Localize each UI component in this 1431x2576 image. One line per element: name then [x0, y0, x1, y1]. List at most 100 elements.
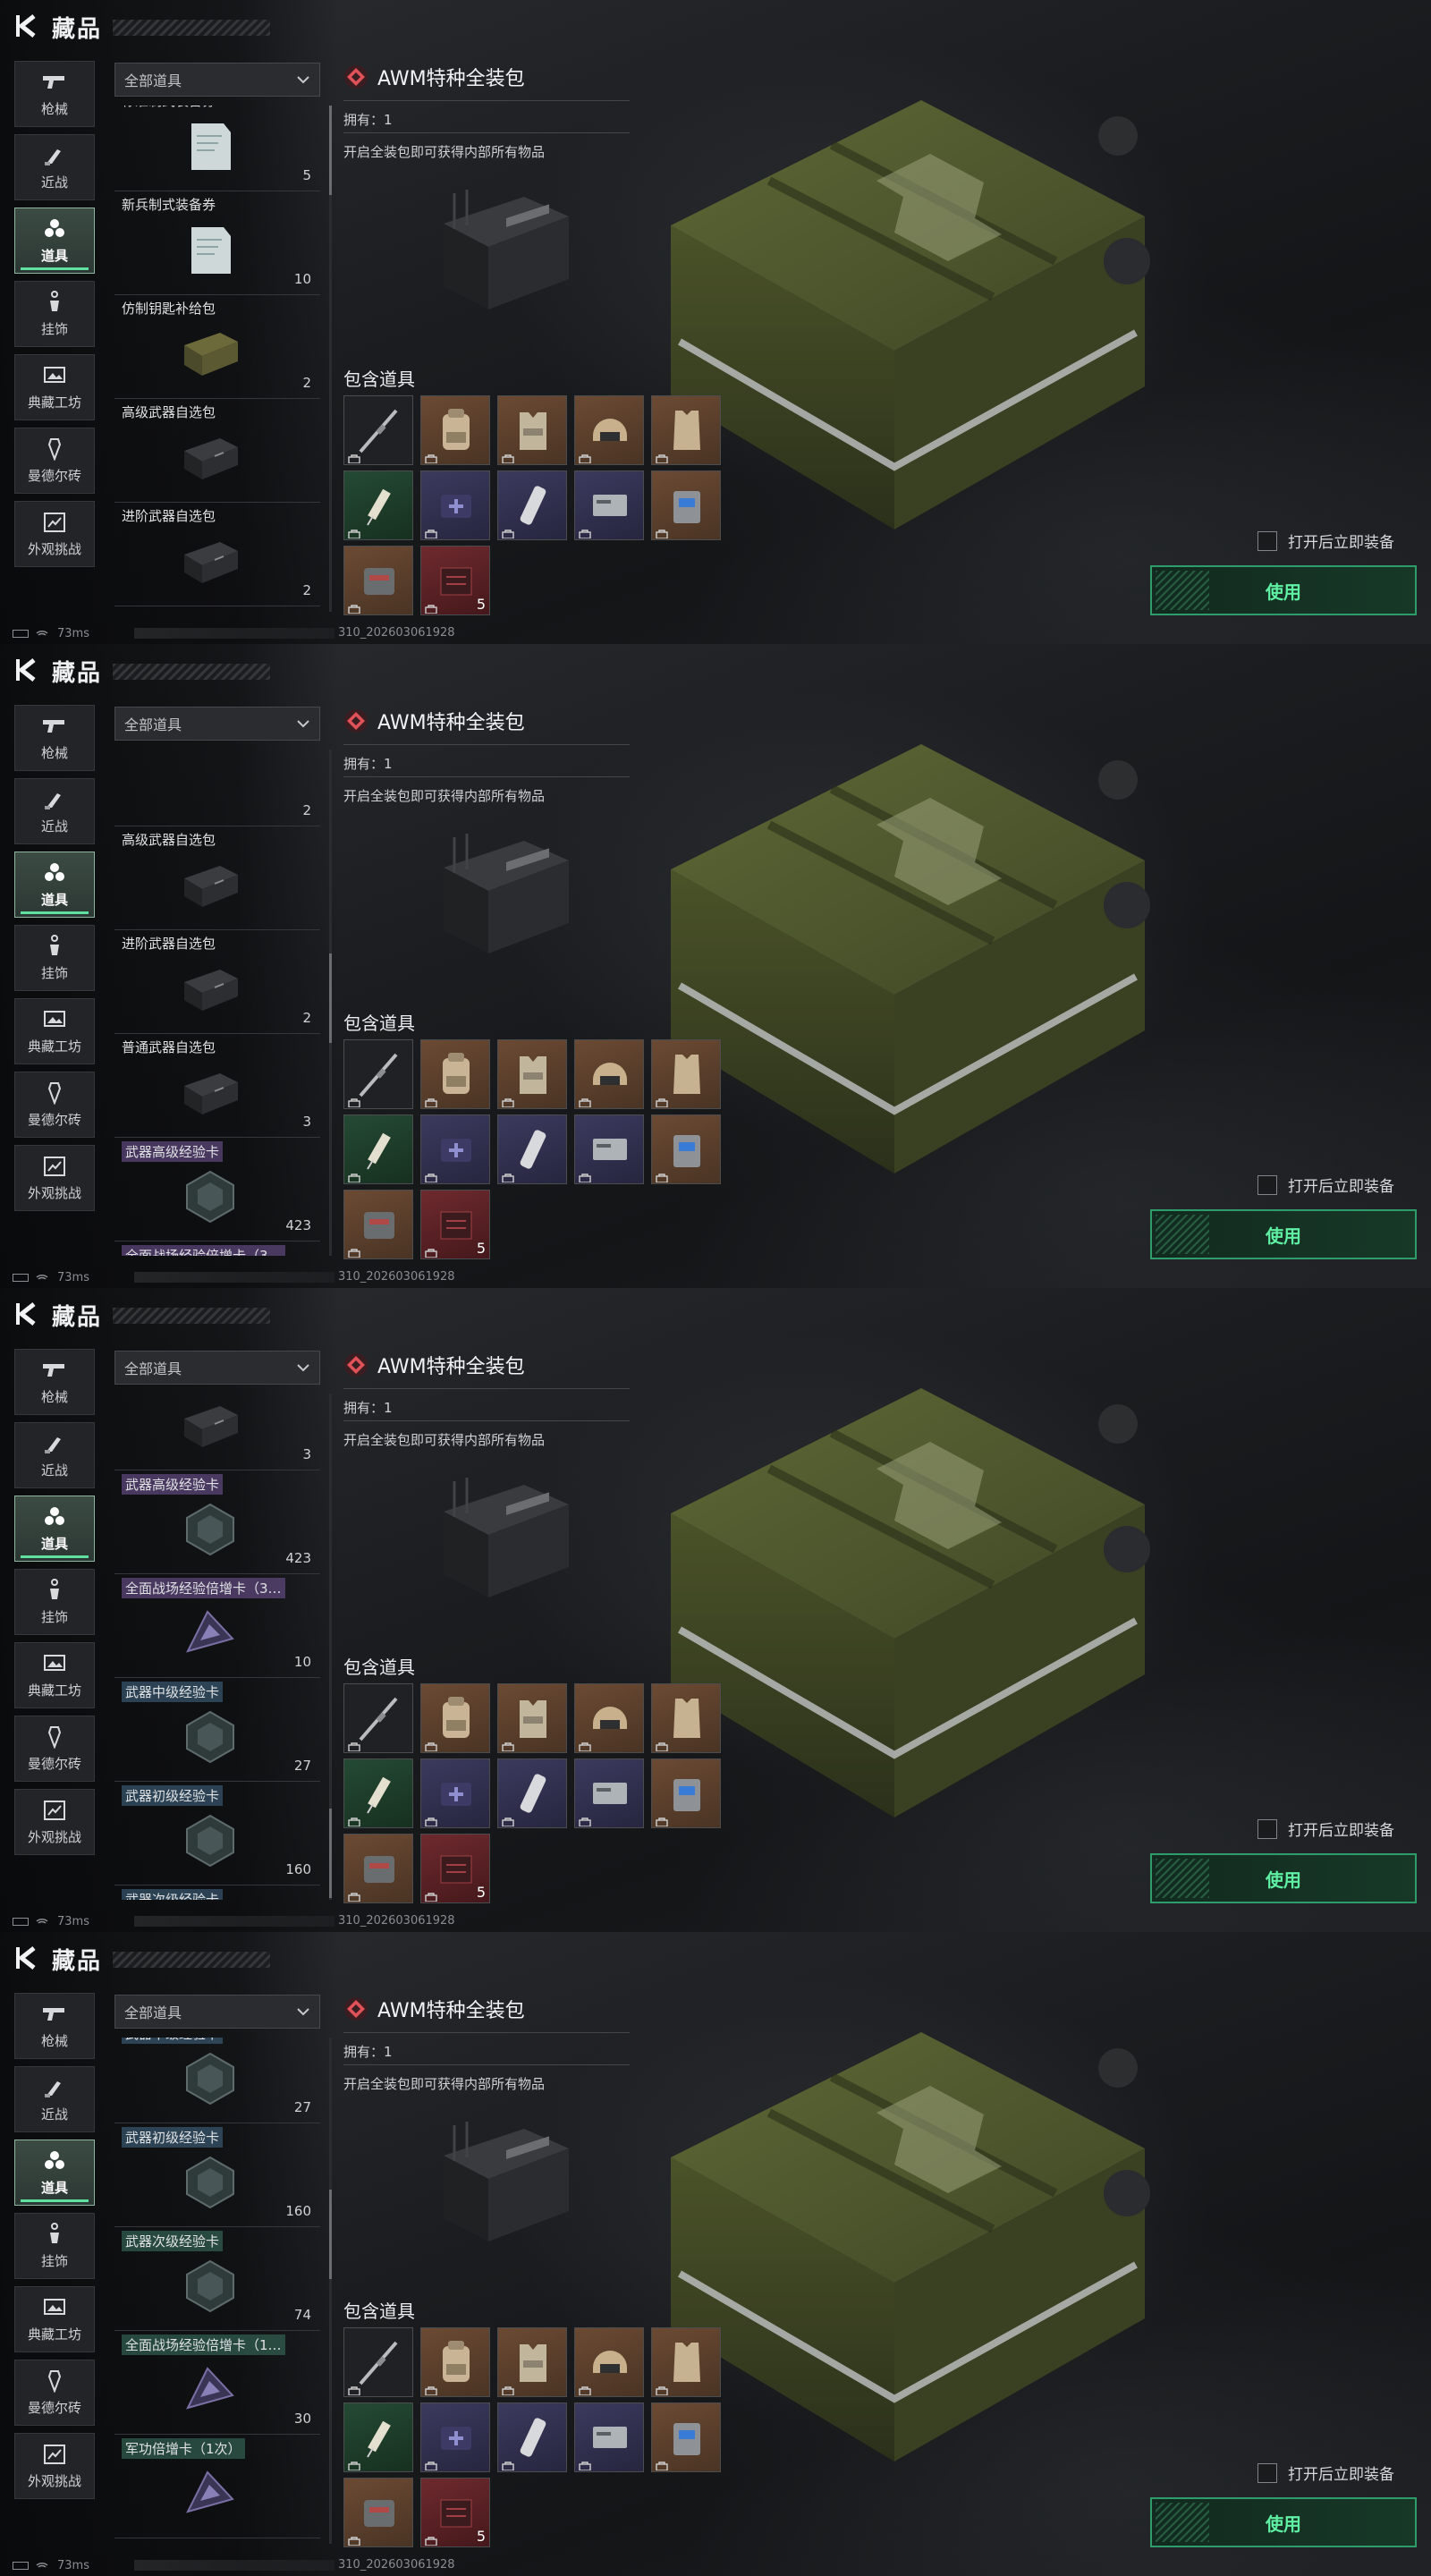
content-slot[interactable] — [497, 1683, 567, 1753]
auto-equip-option[interactable]: 打开后立即装备 — [1257, 1174, 1394, 1196]
category-tab-knife[interactable]: 近战 — [14, 778, 95, 844]
item-list[interactable]: 武器中级经验卡 27 武器初级经验卡 160 武器次级经验卡 74 全面战场经验倍增卡（1…… — [114, 2038, 320, 2544]
content-slot[interactable] — [343, 1190, 413, 1259]
category-tab-knife[interactable]: 近战 — [14, 2066, 95, 2132]
back-arrow-icon[interactable] — [14, 1301, 41, 1327]
list-item[interactable]: 仿制钥匙补给包 2 — [114, 295, 320, 399]
auto-equip-option[interactable]: 打开后立即装备 — [1257, 530, 1394, 552]
category-tab-workshop[interactable]: 典藏工坊 — [14, 354, 95, 420]
content-slot[interactable] — [420, 1758, 490, 1828]
list-item[interactable]: 高级武器自选包 — [114, 399, 320, 503]
content-slot[interactable] — [574, 470, 644, 540]
category-tab-challenge[interactable]: 外观挑战 — [14, 2433, 95, 2499]
list-scrollbar[interactable] — [329, 2038, 332, 2544]
category-tab-knife[interactable]: 近战 — [14, 1422, 95, 1488]
content-slot[interactable] — [343, 2478, 413, 2547]
content-slot[interactable] — [497, 1114, 567, 1184]
category-tab-challenge[interactable]: 外观挑战 — [14, 1789, 95, 1855]
content-slot[interactable]: 5 — [420, 1190, 490, 1259]
content-slot[interactable] — [343, 470, 413, 540]
content-slot[interactable] — [651, 1683, 721, 1753]
content-slot[interactable]: 5 — [420, 1834, 490, 1903]
back-arrow-icon[interactable] — [14, 657, 41, 683]
list-item[interactable]: 进阶武器自选包 2 — [114, 503, 320, 606]
category-tab-brick[interactable]: 曼德尔砖 — [14, 428, 95, 494]
content-slot[interactable] — [343, 546, 413, 615]
item-list[interactable]: 3 武器高级经验卡 423 全面战场经验倍增卡（3… 10 武器中级经验卡 27 武器初级经验… — [114, 1394, 320, 1900]
content-slot[interactable]: 5 — [420, 2478, 490, 2547]
use-button[interactable]: 使用 — [1150, 1209, 1417, 1259]
content-slot[interactable] — [343, 2327, 413, 2397]
content-slot[interactable] — [420, 2402, 490, 2472]
content-slot[interactable] — [651, 470, 721, 540]
category-tab-gun[interactable]: 枪械 — [14, 705, 95, 771]
list-scrollbar[interactable] — [329, 106, 332, 612]
item-filter-dropdown[interactable]: 全部道具 — [114, 1351, 320, 1385]
content-slot[interactable] — [497, 1758, 567, 1828]
list-item[interactable]: 高级武器自选包 — [114, 826, 320, 930]
category-tab-challenge[interactable]: 外观挑战 — [14, 501, 95, 567]
list-item[interactable]: 全面战场经验倍增卡（3… 10 — [114, 1574, 320, 1678]
content-slot[interactable] — [574, 1683, 644, 1753]
list-item[interactable]: 军功倍增卡（1次） — [114, 2435, 320, 2538]
content-slot[interactable] — [497, 2402, 567, 2472]
category-tab-workshop[interactable]: 典藏工坊 — [14, 1642, 95, 1708]
content-slot[interactable] — [651, 1114, 721, 1184]
list-item[interactable]: 武器中级经验卡 27 — [114, 2038, 320, 2123]
auto-equip-option[interactable]: 打开后立即装备 — [1257, 2462, 1394, 2484]
scrollbar-thumb[interactable] — [329, 1809, 332, 1898]
content-slot[interactable] — [343, 395, 413, 465]
back-arrow-icon[interactable] — [14, 13, 41, 39]
content-slot[interactable] — [574, 1758, 644, 1828]
content-slot[interactable] — [420, 1114, 490, 1184]
content-slot[interactable] — [651, 2402, 721, 2472]
category-tab-charm[interactable]: 挂饰 — [14, 281, 95, 347]
list-item[interactable]: 武器高级经验卡 423 — [114, 1138, 320, 1241]
category-tab-gun[interactable]: 枪械 — [14, 61, 95, 127]
list-scrollbar[interactable] — [329, 1394, 332, 1900]
content-slot[interactable] — [497, 2327, 567, 2397]
category-tab-charm[interactable]: 挂饰 — [14, 2213, 95, 2279]
content-slot[interactable] — [497, 1039, 567, 1109]
content-slot[interactable] — [574, 1114, 644, 1184]
category-tab-items[interactable]: 道具 — [14, 852, 95, 918]
item-filter-dropdown[interactable]: 全部道具 — [114, 707, 320, 741]
use-button[interactable]: 使用 — [1150, 1853, 1417, 1903]
item-filter-dropdown[interactable]: 全部道具 — [114, 63, 320, 97]
content-slot[interactable] — [420, 470, 490, 540]
list-item[interactable]: 3 — [114, 1394, 320, 1470]
content-slot[interactable] — [420, 395, 490, 465]
content-slot[interactable] — [574, 395, 644, 465]
category-tab-brick[interactable]: 曼德尔砖 — [14, 2360, 95, 2426]
item-list[interactable]: 标准制式装备券 5 新兵制式装备券 10 仿制钥匙补给包 2 高级武器自选包进阶武器自选包 2 — [114, 106, 320, 612]
content-slot[interactable] — [651, 1039, 721, 1109]
category-tab-charm[interactable]: 挂饰 — [14, 925, 95, 991]
item-filter-dropdown[interactable]: 全部道具 — [114, 1995, 320, 2029]
content-slot[interactable] — [420, 1039, 490, 1109]
content-slot[interactable] — [574, 2402, 644, 2472]
list-item[interactable]: 普通武器自选包 3 — [114, 1034, 320, 1138]
content-slot[interactable] — [343, 1683, 413, 1753]
auto-equip-checkbox[interactable] — [1257, 2462, 1277, 2483]
content-slot[interactable] — [343, 1114, 413, 1184]
auto-equip-checkbox[interactable] — [1257, 1818, 1277, 1839]
list-item[interactable]: 全面战场经验倍增卡（1… 30 — [114, 2331, 320, 2435]
content-slot[interactable] — [343, 2402, 413, 2472]
content-slot[interactable] — [497, 470, 567, 540]
auto-equip-checkbox[interactable] — [1257, 1174, 1277, 1195]
category-tab-items[interactable]: 道具 — [14, 208, 95, 274]
back-arrow-icon[interactable] — [14, 1945, 41, 1971]
category-tab-brick[interactable]: 曼德尔砖 — [14, 1072, 95, 1138]
auto-equip-checkbox[interactable] — [1257, 530, 1277, 551]
category-tab-knife[interactable]: 近战 — [14, 134, 95, 200]
content-slot[interactable] — [651, 2327, 721, 2397]
content-slot[interactable]: 5 — [420, 546, 490, 615]
category-tab-items[interactable]: 道具 — [14, 1496, 95, 1562]
category-tab-brick[interactable]: 曼德尔砖 — [14, 1716, 95, 1782]
scrollbar-thumb[interactable] — [329, 106, 332, 195]
list-item[interactable]: 武器中级经验卡 27 — [114, 1678, 320, 1782]
auto-equip-option[interactable]: 打开后立即装备 — [1257, 1818, 1394, 1840]
use-button[interactable]: 使用 — [1150, 565, 1417, 615]
content-slot[interactable] — [420, 1683, 490, 1753]
content-slot[interactable] — [420, 2327, 490, 2397]
